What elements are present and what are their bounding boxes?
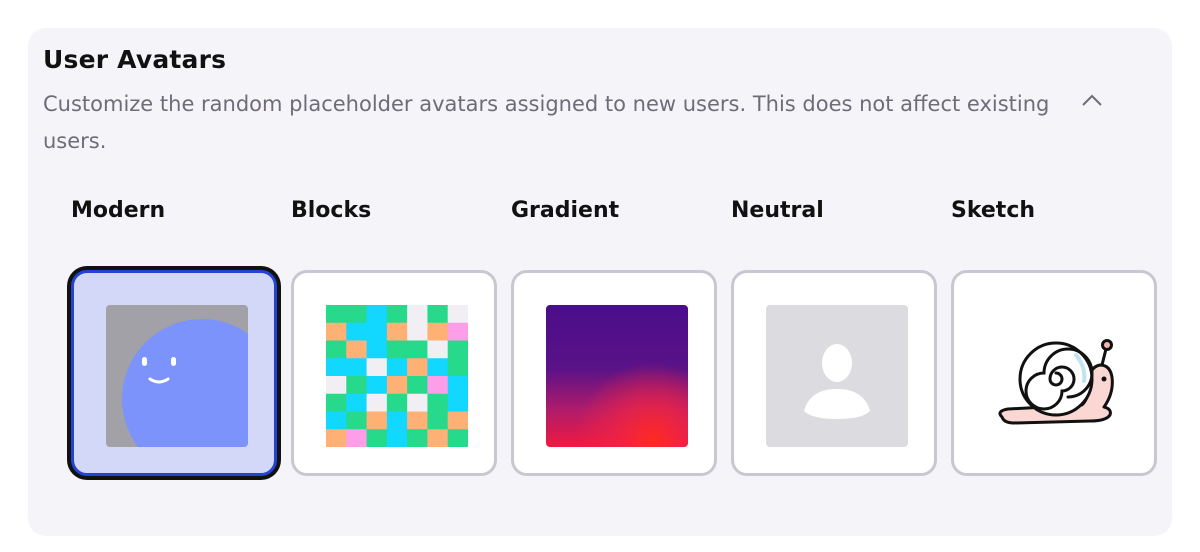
section-description: Customize the random placeholder avatars… [43,92,1050,153]
option-label-neutral: Neutral [731,198,824,223]
option-label-sketch: Sketch [951,198,1036,223]
collapse-toggle-button[interactable] [1078,86,1106,114]
option-label-blocks: Blocks [291,198,372,223]
section-title: User Avatars [43,45,227,74]
avatar-option-gradient[interactable] [511,270,717,476]
snail-sketch-icon [998,339,1114,425]
chevron-up-icon [1082,94,1102,106]
option-label-modern: Modern [71,198,166,223]
option-label-gradient: Gradient [511,198,620,223]
avatar-option-modern[interactable] [71,270,277,476]
avatar-option-blocks[interactable] [291,270,497,476]
avatar-option-sketch[interactable] [951,270,1157,476]
neutral-avatar-icon [766,305,908,447]
avatar-option-neutral[interactable] [731,270,937,476]
gradient-avatar-icon [546,305,688,447]
modern-avatar-icon [106,305,248,447]
blocks-avatar-icon [326,305,468,447]
